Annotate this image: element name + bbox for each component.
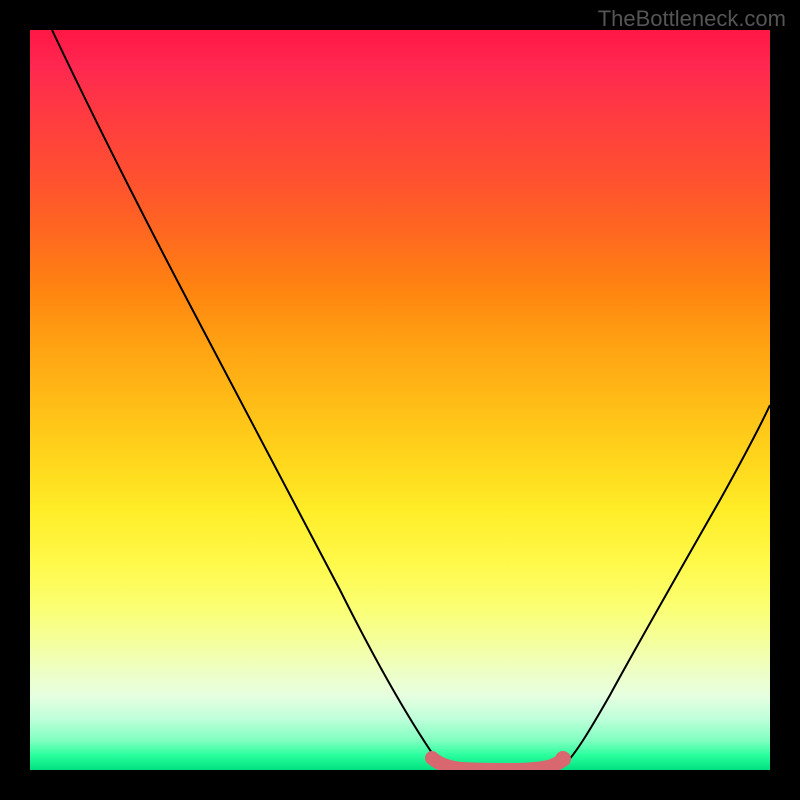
chart-svg	[30, 30, 770, 770]
left-curve	[52, 30, 446, 769]
chart-plot-area	[30, 30, 770, 770]
valley-floor-highlight	[432, 758, 560, 770]
right-curve	[564, 405, 770, 765]
valley-end-dot	[555, 751, 571, 767]
watermark-text: TheBottleneck.com	[598, 6, 786, 32]
